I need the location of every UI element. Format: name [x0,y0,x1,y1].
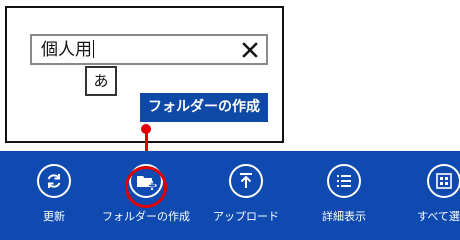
highlight-ring [125,166,167,208]
upload-icon [229,164,263,198]
refresh-button[interactable]: 更新 [4,164,104,224]
select-all-icon [427,164,460,198]
clear-icon[interactable] [240,40,260,60]
ime-mode-indicator: あ [85,66,117,96]
refresh-label: 更新 [43,210,65,223]
upload-label: アップロード [213,210,279,223]
upload-button[interactable]: アップロード [196,164,296,224]
select-all-button[interactable]: すべて選択 [394,164,460,224]
create-folder-button[interactable]: フォルダーの作成 [140,93,268,122]
create-folder-dialog: 個人用 あ フォルダーの作成 [5,6,284,143]
new-folder-label: フォルダーの作成 [102,210,190,223]
details-list-icon [327,164,361,198]
refresh-icon [37,164,71,198]
folder-name-value: 個人用 [41,40,94,60]
app-bar: 更新 フォルダーの作成 アップロード 詳細表示 すべて選 [0,151,460,240]
select-all-label: すべて選択 [417,210,460,223]
folder-name-input[interactable]: 個人用 [30,34,268,65]
details-view-label: 詳細表示 [322,210,366,223]
text-caret [93,40,94,58]
details-view-button[interactable]: 詳細表示 [294,164,394,224]
